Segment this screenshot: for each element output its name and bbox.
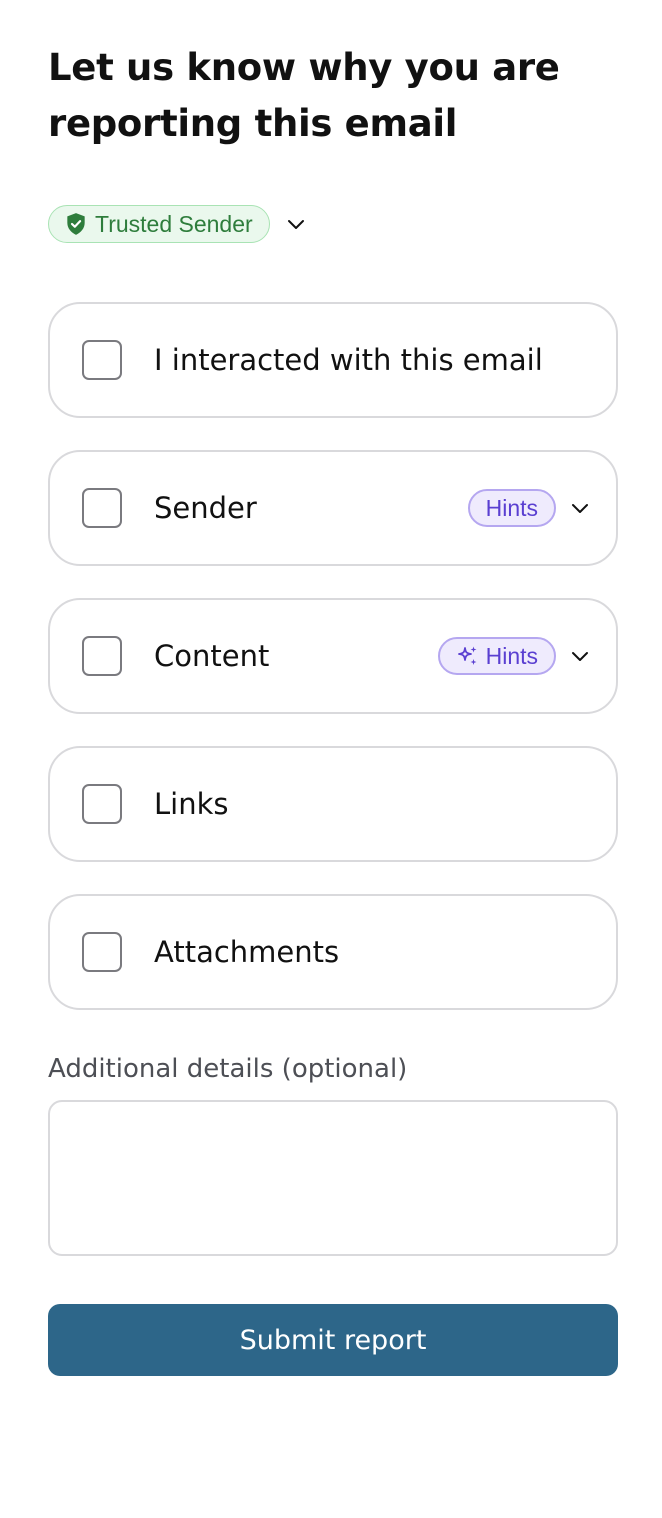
option-links[interactable]: Links xyxy=(48,746,618,862)
option-label: I interacted with this email xyxy=(154,343,543,377)
additional-details-label: Additional details (optional) xyxy=(48,1054,408,1084)
trusted-sender-label: Trusted Sender xyxy=(95,210,253,237)
chevron-down-icon[interactable] xyxy=(284,212,308,236)
sparkle-icon xyxy=(456,644,480,668)
report-reason-list: I interacted with this email Sender Hint… xyxy=(48,302,618,1010)
content-hints-badge[interactable]: Hints xyxy=(437,637,556,675)
additional-details-input[interactable] xyxy=(48,1100,618,1256)
shield-check-icon xyxy=(63,211,89,237)
links-checkbox[interactable] xyxy=(82,784,122,824)
hints-label: Hints xyxy=(485,494,538,521)
attachments-checkbox[interactable] xyxy=(82,932,122,972)
option-label: Sender xyxy=(154,491,257,525)
hints-label: Hints xyxy=(485,642,538,669)
option-attachments[interactable]: Attachments xyxy=(48,894,618,1010)
option-content[interactable]: Content Hints xyxy=(48,598,618,714)
option-label: Attachments xyxy=(154,935,340,969)
sender-hints-badge[interactable]: Hints xyxy=(467,489,556,527)
chevron-down-icon[interactable] xyxy=(566,642,594,670)
option-sender[interactable]: Sender Hints xyxy=(48,450,618,566)
page-title: Let us know why you are reporting this e… xyxy=(48,46,560,145)
option-label: Links xyxy=(154,787,229,821)
sender-status-row: Trusted Sender xyxy=(48,204,618,244)
content-checkbox[interactable] xyxy=(82,636,122,676)
option-label: Content xyxy=(154,639,270,673)
sender-checkbox[interactable] xyxy=(82,488,122,528)
option-interacted[interactable]: I interacted with this email xyxy=(48,302,618,418)
trusted-sender-badge[interactable]: Trusted Sender xyxy=(48,205,270,243)
submit-report-button[interactable]: Submit report xyxy=(48,1304,618,1376)
report-form: Let us know why you are reporting this e… xyxy=(48,40,618,1376)
interacted-checkbox[interactable] xyxy=(82,340,122,380)
chevron-down-icon[interactable] xyxy=(566,494,594,522)
